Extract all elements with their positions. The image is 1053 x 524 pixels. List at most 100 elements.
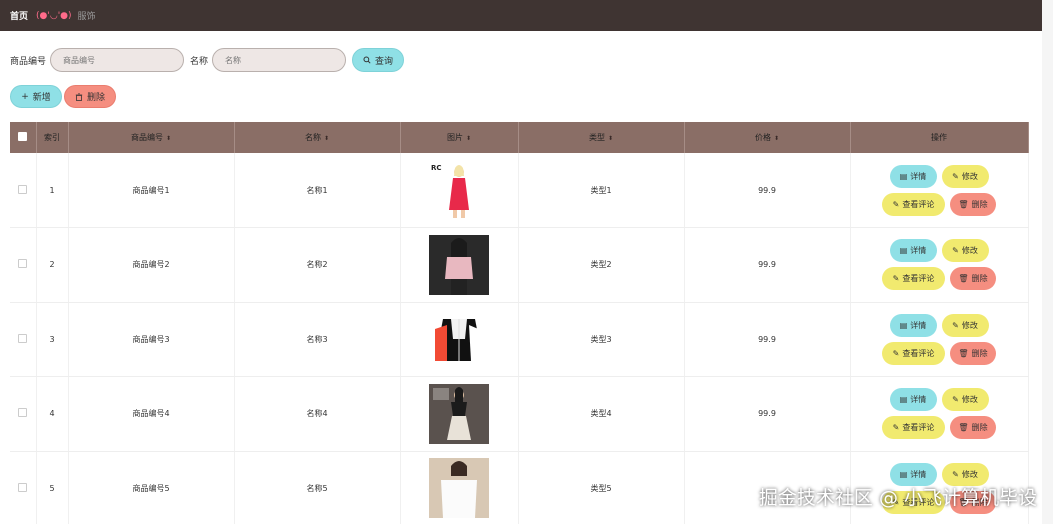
document-icon: ▤ (899, 171, 908, 181)
pink-sweater-photo[interactable] (429, 234, 489, 295)
header-price[interactable]: 价格 ⬍ (684, 122, 851, 153)
trash-icon: 🗑 (958, 199, 969, 209)
delete-button[interactable]: 🗑 删除 (950, 192, 996, 216)
table-row[interactable]: 3 商品编号3 名称3 类型3 99.9 ▤ 详情 ✎ 修改 ✎ 查看评论 🗑 删除 (10, 302, 1029, 377)
batch-delete-label: 删除 (86, 93, 105, 103)
row-checkbox[interactable] (18, 184, 28, 194)
detail-button[interactable]: ▤ 详情 (889, 313, 937, 337)
table-row[interactable]: 4 商品编号4 名称4 类型4 99.9 ▤ 详情 ✎ 修改 ✎ 查看评论 🗑 删除 (10, 376, 1029, 452)
sort-icon[interactable]: ⬍ (166, 135, 171, 142)
header-name[interactable]: 名称 ⬍ (234, 122, 401, 153)
query-button-label: 查询 (375, 56, 394, 67)
row-checkbox-cell[interactable] (10, 153, 37, 228)
detail-button[interactable]: ▤ 详情 (889, 388, 937, 412)
cell-name: 名称1 (234, 153, 401, 228)
name-search-input[interactable] (212, 48, 347, 72)
table-row[interactable]: 1 商品编号1 名称1 RC 类型1 99.9 ▤ 详情 ✎ 修改 ✎ 查看评论 🗑 删除 (10, 153, 1029, 228)
black-jacket-photo[interactable] (429, 309, 489, 370)
sort-icon[interactable]: ⬍ (324, 135, 329, 142)
detail-button[interactable]: ▤ 详情 (889, 239, 937, 263)
edit-button[interactable]: ✎ 修改 (941, 388, 989, 412)
row-checkbox-cell[interactable] (10, 376, 37, 452)
cell-image (400, 451, 519, 524)
cell-index: 5 (36, 451, 69, 524)
cell-ops: ▤ 详情 ✎ 修改 ✎ 查看评论 🗑 删除 (850, 153, 1029, 228)
breadcrumb-current: 服饰 (77, 12, 96, 22)
view-comments-button[interactable]: ✎ 查看评论 (882, 341, 945, 365)
row-checkbox[interactable] (18, 408, 28, 418)
trash-icon: 🗑 (958, 423, 969, 433)
row-checkbox-cell[interactable] (10, 302, 37, 377)
header-type[interactable]: 类型 ⬍ (518, 122, 685, 153)
edit-button[interactable]: ✎ 修改 (941, 239, 989, 263)
cell-price: 99.9 (684, 227, 851, 303)
plus-icon: + (21, 91, 29, 102)
action-bar: + 新增 删除 (10, 85, 116, 108)
batch-delete-button[interactable]: 删除 (64, 85, 116, 108)
delete-button[interactable]: 🗑 删除 (950, 341, 996, 365)
product-table: 索引 商品编号 ⬍ 名称 ⬍ 图片 ⬍ 类型 ⬍ 价格 ⬍ 操作 1 商品编号1 名称1 RC 类… (10, 122, 1029, 524)
add-button[interactable]: + 新增 (10, 85, 62, 108)
row-checkbox[interactable] (18, 259, 28, 269)
cell-type: 类型4 (518, 376, 685, 452)
view-comments-button[interactable]: ✎ 查看评论 (882, 416, 945, 440)
cell-price: 99.9 (684, 153, 851, 228)
row-checkbox-cell[interactable] (10, 451, 37, 524)
view-comments-button[interactable]: ✎ 查看评论 (882, 192, 945, 216)
cell-image (400, 302, 519, 377)
cell-price: 99.9 (684, 302, 851, 377)
dark-dress-photo[interactable] (429, 383, 489, 444)
sort-icon[interactable]: ⬍ (774, 135, 779, 142)
cell-index: 1 (36, 153, 69, 228)
cell-ops: ▤ 详情 ✎ 修改 ✎ 查看评论 🗑 删除 (850, 227, 1029, 303)
breadcrumb-emoticon: (●'◡'●) (36, 10, 72, 21)
pencil-icon: ✎ (952, 171, 959, 181)
cell-code: 商品编号1 (68, 153, 235, 228)
delete-button[interactable]: 🗑 删除 (950, 267, 996, 291)
row-checkbox[interactable] (18, 333, 28, 343)
query-button[interactable]: 查询 (352, 48, 405, 72)
watermark: 掘金技术社区 @ 小飞计算机毕设 (758, 487, 1037, 509)
document-icon: ▤ (899, 469, 908, 479)
detail-button[interactable]: ▤ 详情 (889, 164, 937, 188)
header-code[interactable]: 商品编号 ⬍ (68, 122, 235, 153)
trash-icon (75, 92, 83, 101)
cell-type: 类型5 (518, 451, 685, 524)
sort-icon[interactable]: ⬍ (466, 135, 471, 142)
edit-button[interactable]: ✎ 修改 (941, 164, 989, 188)
header-image[interactable]: 图片 ⬍ (400, 122, 519, 153)
pencil-icon: ✎ (892, 274, 900, 284)
cell-code: 商品编号5 (68, 451, 235, 524)
cell-ops: ▤ 详情 ✎ 修改 ✎ 查看评论 🗑 删除 (850, 302, 1029, 377)
page-scrollbar[interactable] (1042, 0, 1053, 524)
cell-price: 99.9 (684, 376, 851, 452)
cell-index: 2 (36, 227, 69, 303)
select-all-checkbox[interactable] (18, 132, 28, 141)
red-dress-photo[interactable]: RC (429, 160, 489, 220)
row-checkbox-cell[interactable] (10, 227, 37, 303)
edit-button[interactable]: ✎ 修改 (941, 313, 989, 337)
pencil-icon: ✎ (892, 348, 900, 358)
add-button-label: 新增 (32, 93, 51, 103)
pencil-icon: ✎ (892, 199, 900, 209)
sort-icon[interactable]: ⬍ (608, 135, 613, 142)
pencil-icon: ✎ (892, 423, 900, 433)
cell-index: 4 (36, 376, 69, 452)
view-comments-button[interactable]: ✎ 查看评论 (882, 267, 945, 291)
cell-type: 类型2 (518, 227, 685, 303)
pencil-icon: ✎ (952, 246, 959, 256)
white-shirt-photo[interactable] (429, 458, 489, 519)
cell-type: 类型1 (518, 153, 685, 228)
breadcrumb-home[interactable]: 首页 (10, 9, 28, 22)
cell-type: 类型3 (518, 302, 685, 377)
pencil-icon: ✎ (952, 395, 959, 405)
delete-button[interactable]: 🗑 删除 (950, 416, 996, 440)
code-search-input[interactable] (50, 48, 185, 72)
cell-index: 3 (36, 302, 69, 377)
row-checkbox[interactable] (18, 482, 28, 492)
cell-ops: ▤ 详情 ✎ 修改 ✎ 查看评论 🗑 删除 (850, 376, 1029, 452)
header-select-all[interactable] (10, 122, 37, 153)
table-row[interactable]: 2 商品编号2 名称2 类型2 99.9 ▤ 详情 ✎ 修改 ✎ 查看评论 🗑 删除 (10, 227, 1029, 303)
photo-logo-text: RC (431, 164, 442, 172)
trash-icon: 🗑 (958, 274, 969, 284)
